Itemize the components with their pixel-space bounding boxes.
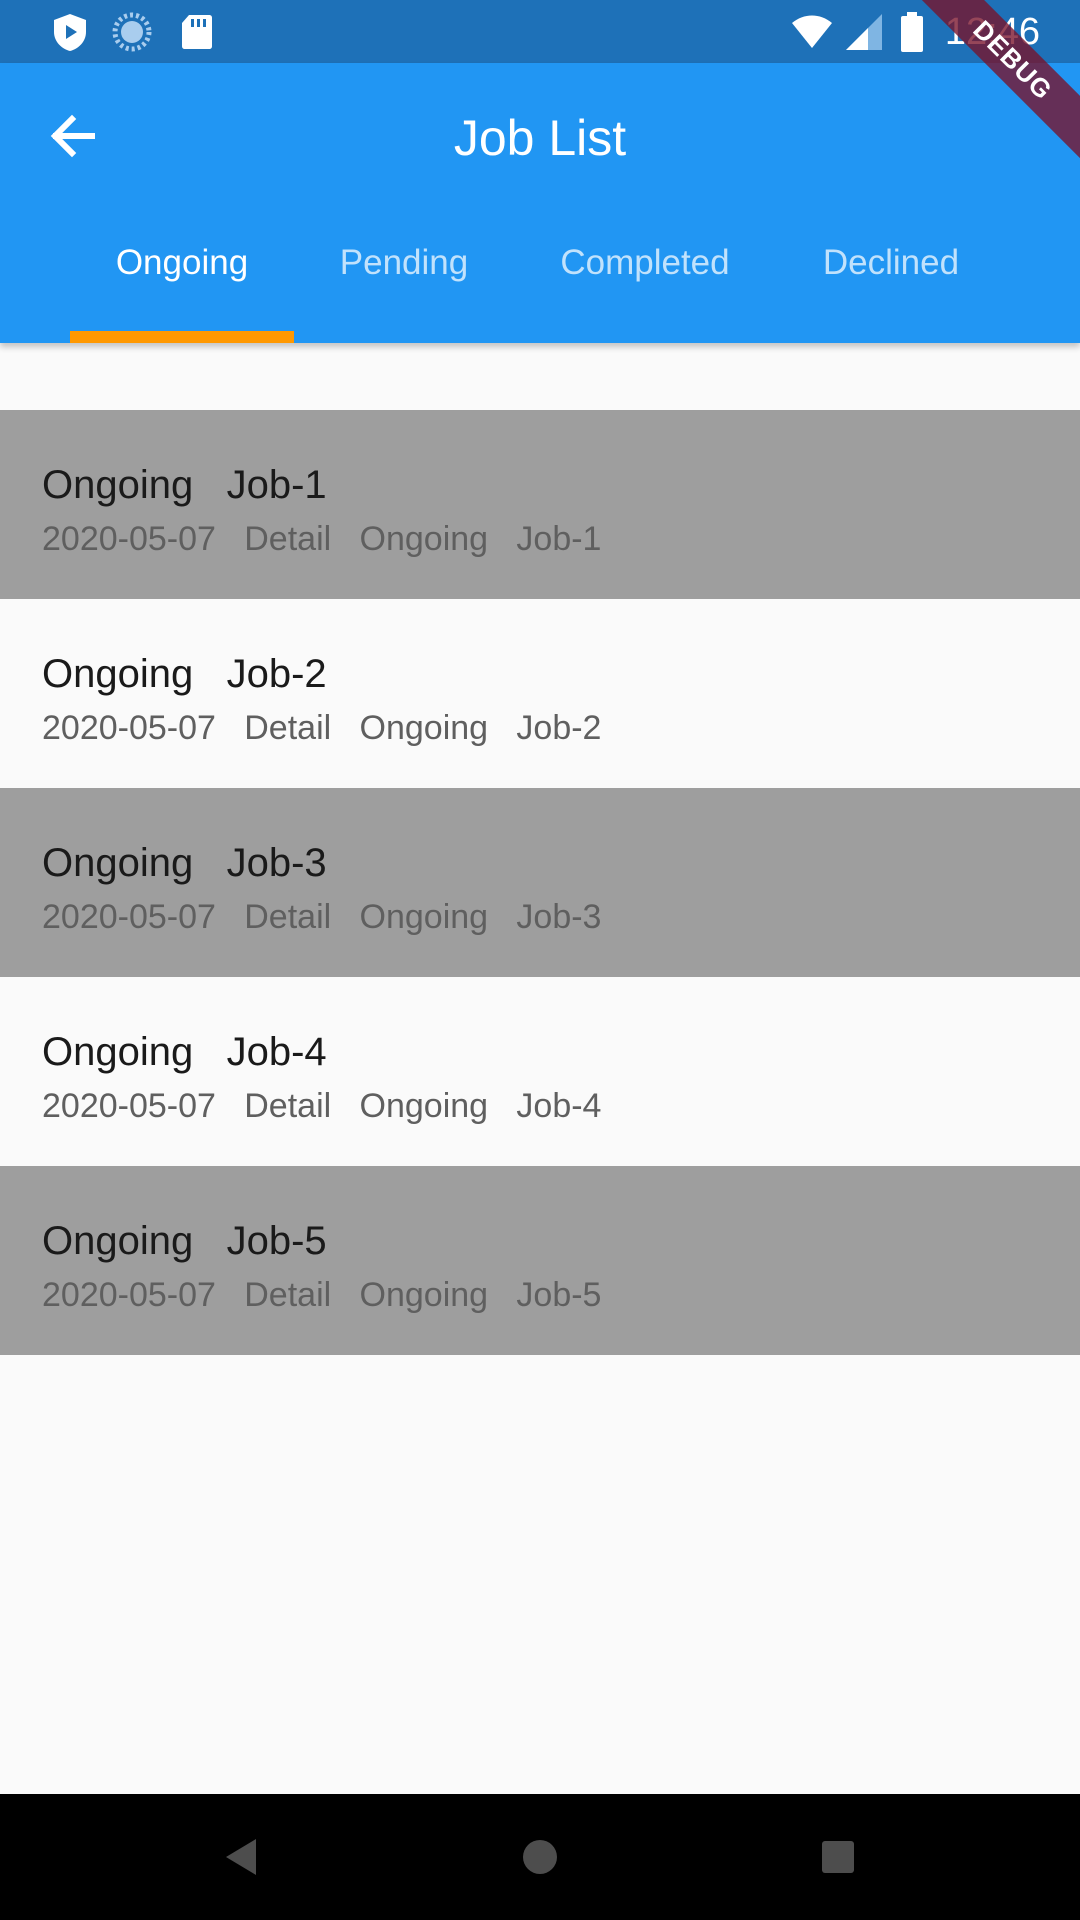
page-title: Job List [453,110,627,166]
nav-home-icon[interactable] [510,1827,570,1887]
status-bar: 12:46 [0,0,1080,63]
tab-declined[interactable]: Declined [776,233,1006,343]
tab-pending[interactable]: Pending [294,233,514,343]
tab-indicator [70,331,294,343]
tab-label: Completed [560,243,730,282]
nav-back-icon[interactable] [212,1827,272,1887]
job-subtitle: 2020-05-07 Detail Ongoing Job-1 [42,520,602,558]
play-protect-icon [54,14,86,51]
tab-ongoing[interactable]: Ongoing [70,233,294,343]
wifi-icon [792,15,832,48]
list-item[interactable]: Ongoing Job-1 2020-05-07 Detail Ongoing … [0,410,1080,599]
nav-recents-icon[interactable] [808,1827,868,1887]
job-title: Ongoing Job-2 [42,652,327,696]
list-item[interactable]: Ongoing Job-2 2020-05-07 Detail Ongoing … [0,599,1080,788]
signal-icon [846,14,882,50]
list-item[interactable]: Ongoing Job-5 2020-05-07 Detail Ongoing … [0,1166,1080,1355]
job-title: Ongoing Job-1 [42,463,327,507]
tab-completed[interactable]: Completed [514,233,776,343]
job-list: Ongoing Job-1 2020-05-07 Detail Ongoing … [0,410,1080,1355]
navigation-bar [0,1794,1080,1920]
job-title: Ongoing Job-3 [42,841,327,885]
job-subtitle: 2020-05-07 Detail Ongoing Job-2 [42,709,602,747]
app-bar: Job List Ongoing Pending Completed Decli… [0,63,1080,343]
sync-icon [112,12,152,52]
tab-label: Ongoing [115,243,249,282]
list-item[interactable]: Ongoing Job-3 2020-05-07 Detail Ongoing … [0,788,1080,977]
job-title: Ongoing Job-5 [42,1219,327,1263]
job-subtitle: 2020-05-07 Detail Ongoing Job-4 [42,1087,602,1125]
job-subtitle: 2020-05-07 Detail Ongoing Job-3 [42,898,602,936]
tab-label: Pending [339,243,469,282]
screen: 12:46 DEBUG Job List Ongoing Pending Com… [0,0,1080,1920]
job-title: Ongoing Job-4 [42,1030,327,1074]
job-subtitle: 2020-05-07 Detail Ongoing Job-5 [42,1276,602,1314]
tab-label: Declined [822,243,960,282]
list-item[interactable]: Ongoing Job-4 2020-05-07 Detail Ongoing … [0,977,1080,1166]
sd-card-icon [182,15,212,49]
battery-icon [901,12,923,52]
